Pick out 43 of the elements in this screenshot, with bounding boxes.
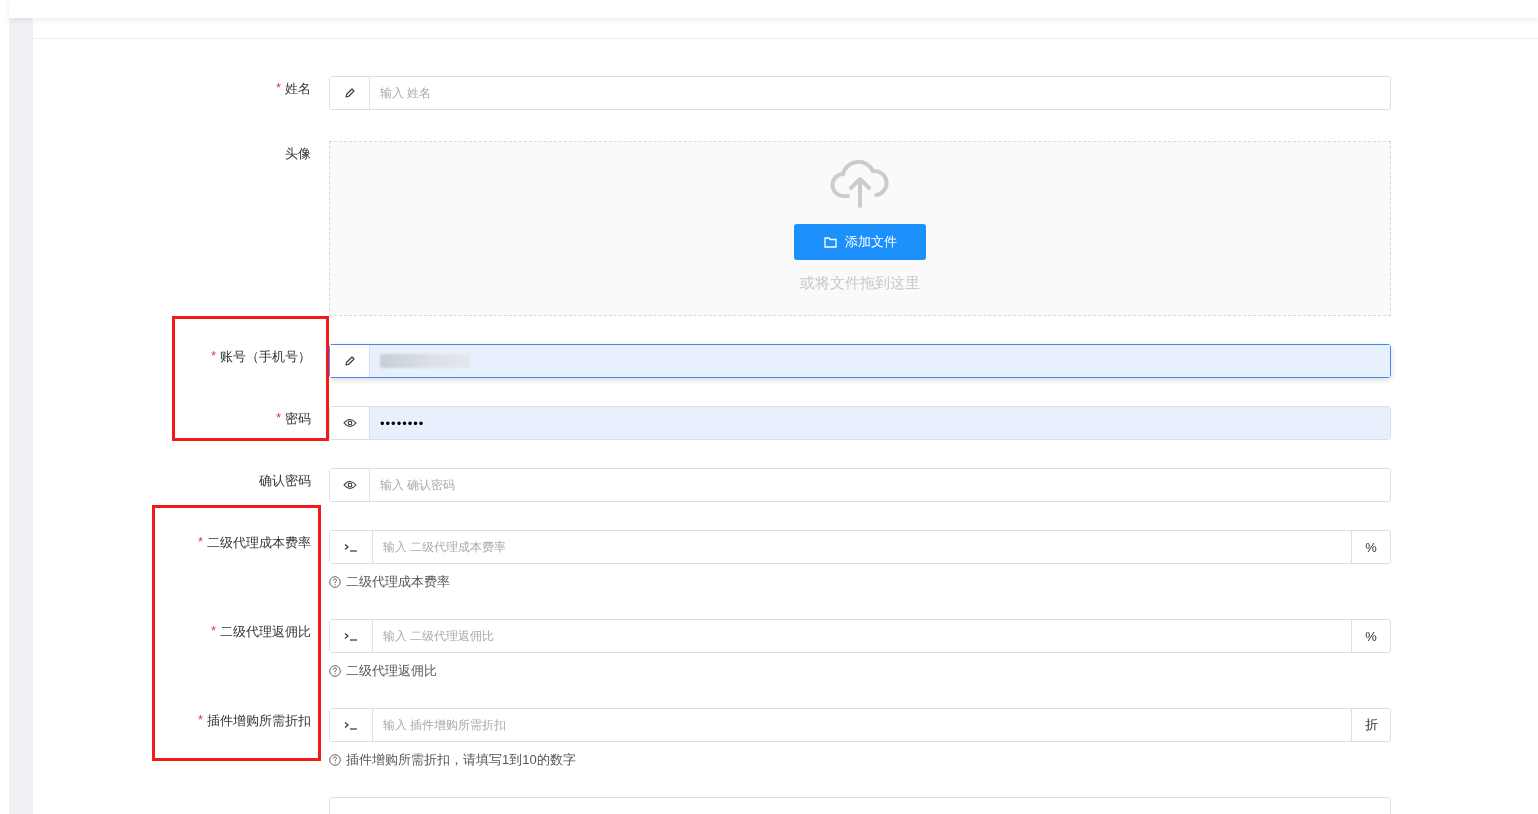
eye-icon (342, 480, 357, 490)
field-label: 确认密码 (259, 472, 311, 490)
help-icon (329, 665, 341, 677)
placeholder-text: 输入 二级代理返佣比 (383, 627, 495, 645)
pencil-icon (343, 355, 356, 367)
placeholder-text: 输入 插件增购所需折扣 (383, 716, 507, 734)
unit-suffix: 折 (1351, 709, 1390, 741)
text-field[interactable]: 输入 二级代理返佣比 % (329, 619, 1391, 653)
unit-suffix: % (1351, 531, 1390, 563)
unit-suffix: % (1351, 620, 1390, 652)
eye-icon (342, 418, 357, 428)
field-label: 二级代理成本费率 (207, 534, 311, 552)
help-icon (329, 754, 341, 766)
cloud-upload-icon (830, 158, 890, 208)
terminal-icon (344, 720, 358, 730)
placeholder-text: 输入 二级代理成本费率 (383, 538, 507, 556)
required-mark: * (197, 534, 203, 551)
terminal-icon (344, 631, 358, 641)
field-label: 二级代理返佣比 (220, 623, 311, 641)
field-label: 插件增购所需折扣 (207, 712, 311, 730)
placeholder-text: 输入 确认密码 (380, 476, 456, 494)
text-field[interactable] (329, 344, 1391, 378)
help-text: 二级代理返佣比 (346, 662, 437, 680)
text-field[interactable]: •••••••• (329, 406, 1391, 440)
field-label: 账号（手机号） (220, 348, 311, 366)
password-value: •••••••• (380, 415, 425, 431)
pencil-icon (343, 87, 356, 99)
text-field[interactable]: 输入 二级代理成本费率 % (329, 530, 1391, 564)
required-mark: * (275, 80, 281, 97)
field-label: 姓名 (285, 80, 311, 98)
folder-icon (823, 236, 837, 248)
required-mark: * (197, 712, 203, 729)
help-text: 插件增购所需折扣，请填写1到10的数字 (346, 751, 576, 769)
help-icon (329, 576, 341, 588)
text-field[interactable]: 输入 插件增购所需折扣 折 (329, 708, 1391, 742)
field-label: 头像 (285, 145, 311, 163)
field-label: 密码 (285, 410, 311, 428)
placeholder-text: 输入 姓名 (380, 84, 432, 102)
required-mark: * (210, 623, 216, 640)
help-text: 二级代理成本费率 (346, 573, 450, 591)
required-mark: * (275, 410, 281, 427)
terminal-icon (344, 542, 358, 552)
required-mark: * (210, 348, 216, 365)
